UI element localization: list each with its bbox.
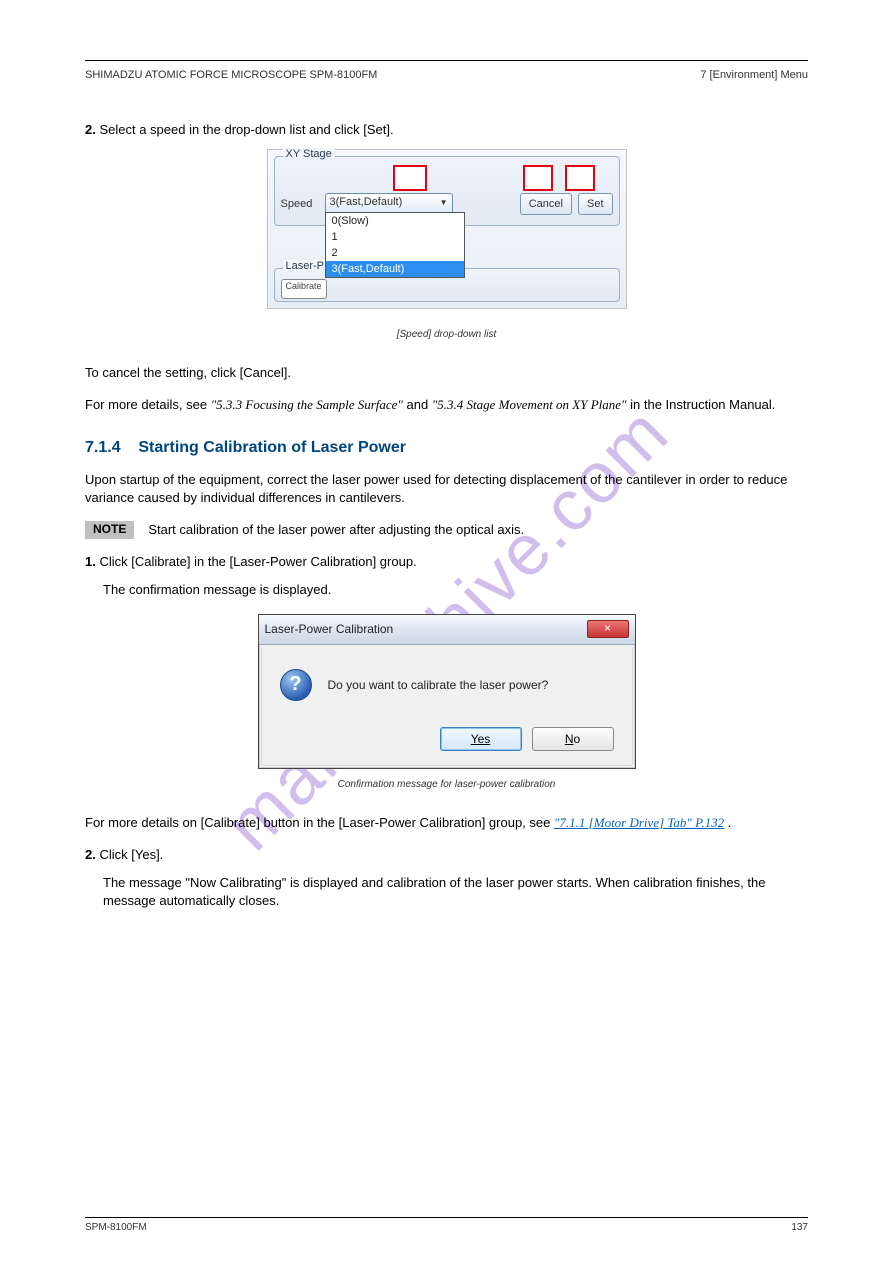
dialog-titlebar: Laser-Power Calibration × [259, 615, 635, 645]
speed-option-1[interactable]: 1 [326, 229, 464, 245]
footer-pagenum: 137 [791, 1222, 808, 1233]
highlight-box-dropdown [393, 165, 427, 191]
dialog-message: Do you want to calibrate the laser power… [328, 678, 549, 692]
highlight-box-set [565, 165, 595, 191]
dialog-title: Laser-Power Calibration [265, 622, 587, 636]
set-button[interactable]: Set [578, 193, 613, 215]
crossref-prefix: For more details, see [85, 397, 211, 412]
speed-option-3-selected[interactable]: 3(Fast,Default) [326, 261, 464, 277]
page-header: SHIMADZU ATOMIC FORCE MICROSCOPE SPM-810… [85, 69, 808, 81]
dialog-no-button[interactable]: No [532, 727, 614, 751]
note-block: NOTE Start calibration of the laser powe… [85, 521, 808, 539]
linkref-suffix: . [728, 815, 732, 830]
dialog-yes-button[interactable]: Yes [440, 727, 522, 751]
linkref-link[interactable]: "7.1.1 [Motor Drive] Tab" P.132 [554, 815, 724, 830]
step-2b-text: Click [Yes]. [99, 847, 163, 862]
speed-option-0[interactable]: 0(Slow) [326, 213, 464, 229]
step-2b-sub: The message "Now Calibrating" is display… [103, 874, 808, 910]
xy-stage-group-title: XY Stage [283, 148, 335, 160]
crossref-mid: and [407, 397, 432, 412]
speed-option-2[interactable]: 2 [326, 245, 464, 261]
highlight-box-cancel [523, 165, 553, 191]
figure-caption-1: [Speed] drop-down list [85, 329, 808, 340]
no-label-rest: o [573, 732, 580, 746]
laser-power-title-partial: Laser-P [283, 260, 328, 272]
section-num: 7.1.4 [85, 439, 121, 456]
section-intro: Upon startup of the equipment, correct t… [85, 471, 808, 507]
page-footer: SPM-8100FM 137 [85, 1217, 808, 1233]
calibrate-button-partial[interactable]: Calibrate [281, 279, 327, 299]
crossref-1: "5.3.3 Focusing the Sample Surface" [211, 397, 403, 412]
step-2: 2. Select a speed in the drop-down list … [85, 121, 808, 139]
calibration-dialog: Laser-Power Calibration × ? Do you want … [258, 614, 636, 769]
paragraph-crossref: For more details, see "5.3.3 Focusing th… [85, 396, 808, 414]
crossref-2: "5.3.4 Stage Movement on XY Plane" [432, 397, 627, 412]
xy-stage-screenshot: XY Stage Speed 3(Fast,Default) Cancel Se… [267, 149, 627, 309]
step-2b-num: 2. [85, 847, 96, 862]
speed-dropdown-list[interactable]: 0(Slow) 1 2 3(Fast,Default) [325, 212, 465, 278]
paragraph-linkref: For more details on [Calibrate] button i… [85, 814, 808, 832]
step-1b-num: 1. [85, 554, 96, 569]
figure-caption-2: Confirmation message for laser-power cal… [85, 779, 808, 790]
note-label: NOTE [85, 521, 134, 539]
section-heading-714: 7.1.4 Starting Calibration of Laser Powe… [85, 439, 808, 457]
step-1b-text: Click [Calibrate] in the [Laser-Power Ca… [99, 554, 416, 569]
header-rule [85, 60, 808, 61]
step-1b-sub: The confirmation message is displayed. [103, 581, 808, 599]
step-2-num: 2. [85, 122, 96, 137]
dialog-close-button[interactable]: × [587, 620, 629, 638]
paragraph-cancel: To cancel the setting, click [Cancel]. [85, 364, 808, 382]
speed-label: Speed [281, 198, 319, 210]
yes-label: Yes [471, 732, 491, 746]
header-chapter: 7 [Environment] Menu [700, 69, 808, 81]
step-2-text: Select a speed in the drop-down list and… [99, 122, 393, 137]
xy-stage-group: XY Stage Speed 3(Fast,Default) Cancel Se… [274, 156, 620, 226]
note-text: Start calibration of the laser power aft… [148, 521, 524, 539]
footer-model: SPM-8100FM [85, 1222, 147, 1233]
dialog-body: ? Do you want to calibrate the laser pow… [261, 647, 633, 766]
section-title: Starting Calibration of Laser Power [138, 439, 406, 456]
question-icon: ? [280, 669, 312, 701]
linkref-prefix: For more details on [Calibrate] button i… [85, 815, 554, 830]
no-label-prefix: N [565, 732, 574, 746]
header-title: SHIMADZU ATOMIC FORCE MICROSCOPE SPM-810… [85, 69, 700, 81]
step-1b: 1. Click [Calibrate] in the [Laser-Power… [85, 553, 808, 571]
cancel-button[interactable]: Cancel [520, 193, 572, 215]
footer-rule [85, 1217, 808, 1218]
step-2b: 2. Click [Yes]. [85, 846, 808, 864]
crossref-suffix: in the Instruction Manual. [630, 397, 775, 412]
